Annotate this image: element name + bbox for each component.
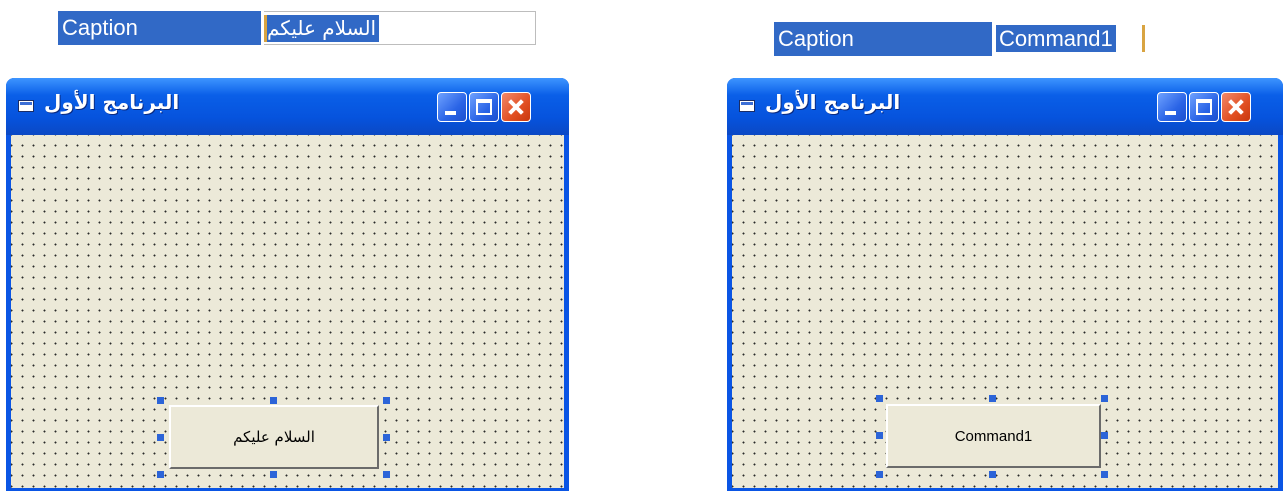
resize-handle[interactable] (383, 434, 390, 441)
resize-handle[interactable] (1101, 432, 1108, 439)
maximize-icon (476, 99, 492, 115)
form-design-surface[interactable]: السلام عليكم (11, 135, 564, 488)
resize-handle[interactable] (876, 432, 883, 439)
maximize-button[interactable] (469, 92, 499, 122)
form-design-surface[interactable]: Command1 (732, 135, 1278, 488)
caption-value-field[interactable]: السلام عليكم (264, 11, 536, 45)
text-caret (264, 15, 267, 42)
form-window[interactable]: البرنامج الأول السلام عليكم (6, 78, 569, 491)
command-button[interactable]: السلام عليكم (169, 405, 379, 469)
property-name[interactable]: Caption (774, 22, 992, 56)
minimize-icon (445, 111, 456, 115)
resize-handle[interactable] (989, 471, 996, 478)
resize-handle[interactable] (876, 395, 883, 402)
caption-property-row[interactable]: Caption Command1 (774, 22, 1284, 56)
command-button[interactable]: Command1 (886, 404, 1101, 468)
resize-handle[interactable] (270, 471, 277, 478)
caption-property-row[interactable]: Caption السلام عليكم (58, 11, 536, 45)
resize-handle[interactable] (1101, 471, 1108, 478)
maximize-button[interactable] (1189, 92, 1219, 122)
close-button[interactable] (501, 92, 531, 122)
minimize-icon (1165, 111, 1176, 115)
resize-handle[interactable] (157, 471, 164, 478)
property-name[interactable]: Caption (58, 11, 261, 45)
resize-handle[interactable] (383, 397, 390, 404)
caption-value-text[interactable]: السلام عليكم (264, 15, 380, 42)
window-title: البرنامج الأول (765, 90, 901, 114)
close-icon (1222, 93, 1250, 121)
title-bar[interactable]: البرنامج الأول (727, 78, 1283, 135)
resize-handle[interactable] (876, 471, 883, 478)
form-app-icon[interactable] (739, 100, 755, 112)
resize-handle[interactable] (989, 395, 996, 402)
form-window[interactable]: البرنامج الأول Command1 (727, 78, 1283, 491)
minimize-button[interactable] (1157, 92, 1187, 122)
caption-value-field[interactable]: Command1 (994, 22, 1284, 56)
close-icon (502, 93, 530, 121)
title-bar[interactable]: البرنامج الأول (6, 78, 569, 135)
text-caret (1142, 25, 1145, 52)
resize-handle[interactable] (270, 397, 277, 404)
resize-handle[interactable] (157, 397, 164, 404)
window-title: البرنامج الأول (44, 90, 180, 114)
resize-handle[interactable] (1101, 395, 1108, 402)
resize-handle[interactable] (157, 434, 164, 441)
form-app-icon[interactable] (18, 100, 34, 112)
close-button[interactable] (1221, 92, 1251, 122)
maximize-icon (1196, 99, 1212, 115)
resize-handle[interactable] (383, 471, 390, 478)
minimize-button[interactable] (437, 92, 467, 122)
caption-value-text[interactable]: Command1 (996, 25, 1116, 52)
